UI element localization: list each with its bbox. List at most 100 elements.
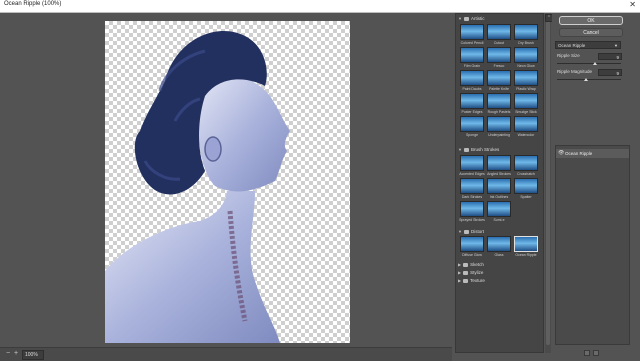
filter-label: Sprayed Strokes bbox=[459, 218, 485, 222]
filter-thumb-sponge[interactable] bbox=[460, 116, 484, 132]
filter-thumb-ink-outlines[interactable] bbox=[487, 178, 511, 194]
settings-panel: OK Cancel Ocean Ripple ▼ Ripple Size 9 R… bbox=[552, 13, 640, 360]
gallery-scrollbar[interactable] bbox=[545, 13, 551, 353]
filter-thumb-glass[interactable] bbox=[487, 236, 511, 252]
filtered-artwork bbox=[105, 31, 290, 343]
filter-label: Ink Outlines bbox=[489, 195, 509, 199]
close-icon[interactable]: ✕ bbox=[629, 0, 636, 9]
filter-label: Crosshatch bbox=[517, 172, 535, 176]
filter-thumb-watercolor[interactable] bbox=[514, 116, 538, 132]
filter-thumb-smudge-stick[interactable] bbox=[514, 93, 538, 109]
filter-thumb-rough-pastels[interactable] bbox=[487, 93, 511, 109]
ripple-magnitude-label: Ripple Magnitude bbox=[557, 69, 593, 74]
filter-thumb-spatter[interactable] bbox=[514, 178, 538, 194]
chevron-right-icon: ▶ bbox=[458, 278, 462, 283]
filter-label: Cutout bbox=[493, 41, 505, 45]
filter-label: Palette Knife bbox=[489, 87, 509, 91]
filter-thumb-ocean-ripple[interactable] bbox=[514, 236, 538, 252]
filter-label: Dry Brush bbox=[518, 41, 534, 45]
folder-icon bbox=[463, 16, 469, 21]
filter-thumb-dark-strokes[interactable] bbox=[460, 178, 484, 194]
effect-layer-row[interactable]: 👁 Ocean Ripple bbox=[556, 149, 629, 158]
ripple-size-input[interactable]: 9 bbox=[598, 53, 622, 60]
filter-label: Film Grain bbox=[463, 64, 481, 68]
filter-label: Neon Glow bbox=[517, 64, 535, 68]
folder-icon bbox=[463, 229, 469, 234]
folder-icon bbox=[463, 270, 469, 275]
filter-label: Watercolor bbox=[517, 133, 535, 137]
filter-thumb-fresco[interactable] bbox=[487, 47, 511, 63]
title-bar: Ocean Ripple (100%) ✕ bbox=[0, 0, 640, 13]
ripple-size-slider[interactable] bbox=[557, 63, 621, 64]
filter-thumb-sumi-e[interactable] bbox=[487, 201, 511, 217]
filter-thumb-angled-strokes[interactable] bbox=[487, 155, 511, 171]
face-shape bbox=[198, 76, 290, 192]
category-stylize[interactable]: ▶ Stylize bbox=[458, 270, 483, 275]
eye-icon[interactable]: 👁 bbox=[558, 149, 564, 158]
folder-icon bbox=[463, 278, 469, 283]
filter-thumb-colored-pencil[interactable] bbox=[460, 24, 484, 40]
ok-button[interactable]: OK bbox=[559, 16, 623, 25]
effect-layer-label: Ocean Ripple bbox=[565, 151, 593, 156]
filter-label: Underpainting bbox=[488, 133, 510, 137]
filter-thumb-accented-edges[interactable] bbox=[460, 155, 484, 171]
filter-label: Accented Edges bbox=[459, 172, 485, 176]
filter-label: Dark Strokes bbox=[461, 195, 483, 199]
filter-thumb-neon-glow[interactable] bbox=[514, 47, 538, 63]
category-distort[interactable]: ▼ Distort bbox=[458, 229, 484, 234]
zoom-in-button[interactable]: + bbox=[12, 350, 20, 358]
filter-thumb-underpainting[interactable] bbox=[487, 116, 511, 132]
folder-icon bbox=[463, 262, 469, 267]
filter-gallery: ▼ Artistic Colored Pencil Cutout Dry Bru… bbox=[455, 13, 544, 353]
chevron-right-icon: ▶ bbox=[458, 262, 462, 267]
filter-label: Paint Daubs bbox=[462, 87, 482, 91]
filter-thumb-palette-knife[interactable] bbox=[487, 70, 511, 86]
zoom-out-button[interactable]: − bbox=[4, 350, 12, 358]
filter-label: Ocean Ripple bbox=[515, 253, 537, 257]
status-bar: − + 100% bbox=[0, 347, 452, 361]
filter-thumb-dry-brush[interactable] bbox=[514, 24, 538, 40]
scrollbar-thumb[interactable] bbox=[546, 15, 550, 345]
category-label: Sketch bbox=[470, 262, 484, 267]
filter-thumb-paint-daubs[interactable] bbox=[460, 70, 484, 86]
ear-shape bbox=[204, 136, 222, 162]
folder-icon bbox=[463, 147, 469, 152]
filter-thumb-diffuse-glow[interactable] bbox=[460, 236, 484, 252]
window-title: Ocean Ripple (100%) bbox=[4, 1, 62, 7]
category-texture[interactable]: ▶ Texture bbox=[458, 278, 485, 283]
ripple-magnitude-slider-handle[interactable] bbox=[583, 78, 588, 81]
ripple-magnitude-slider[interactable] bbox=[557, 79, 621, 80]
category-artistic[interactable]: ▼ Artistic bbox=[458, 16, 484, 21]
filter-label: Diffuse Glow bbox=[462, 253, 482, 257]
filter-label: Angled Strokes bbox=[487, 172, 511, 176]
filter-label: Plastic Wrap bbox=[516, 87, 536, 91]
delete-effect-layer-icon[interactable] bbox=[593, 350, 599, 356]
effect-layers-list: 👁 Ocean Ripple bbox=[555, 145, 630, 345]
category-brush-strokes[interactable]: ▼ Brush Strokes bbox=[458, 147, 499, 152]
category-label: Artistic bbox=[470, 16, 485, 21]
chevron-down-icon: ▼ bbox=[458, 229, 462, 234]
preview-canvas[interactable] bbox=[105, 21, 350, 343]
new-effect-layer-icon[interactable] bbox=[584, 350, 590, 356]
category-sketch[interactable]: ▶ Sketch bbox=[458, 262, 484, 267]
filter-thumb-film-grain[interactable] bbox=[460, 47, 484, 63]
filter-label: Sumi-e bbox=[493, 218, 505, 222]
filter-label: Sponge bbox=[465, 133, 479, 137]
filter-thumb-sprayed-strokes[interactable] bbox=[460, 201, 484, 217]
filter-select[interactable]: Ocean Ripple ▼ bbox=[555, 41, 621, 49]
filter-thumb-poster-edges[interactable] bbox=[460, 93, 484, 109]
ripple-size-slider-handle[interactable] bbox=[593, 62, 598, 65]
chevron-down-icon: ▼ bbox=[458, 16, 462, 21]
zoom-level-select[interactable]: 100% bbox=[22, 350, 44, 360]
filter-thumb-plastic-wrap[interactable] bbox=[514, 70, 538, 86]
filter-label: Fresco bbox=[493, 64, 505, 68]
cancel-button[interactable]: Cancel bbox=[559, 28, 623, 37]
filter-label: Glass bbox=[494, 253, 504, 257]
ripple-magnitude-input[interactable]: 9 bbox=[598, 69, 622, 76]
category-label: Stylize bbox=[470, 270, 484, 275]
filter-thumb-cutout[interactable] bbox=[487, 24, 511, 40]
category-label: Distort bbox=[470, 229, 484, 234]
preview-area bbox=[0, 13, 452, 347]
filter-thumb-crosshatch[interactable] bbox=[514, 155, 538, 171]
filter-label: Smudge Stick bbox=[515, 110, 537, 114]
